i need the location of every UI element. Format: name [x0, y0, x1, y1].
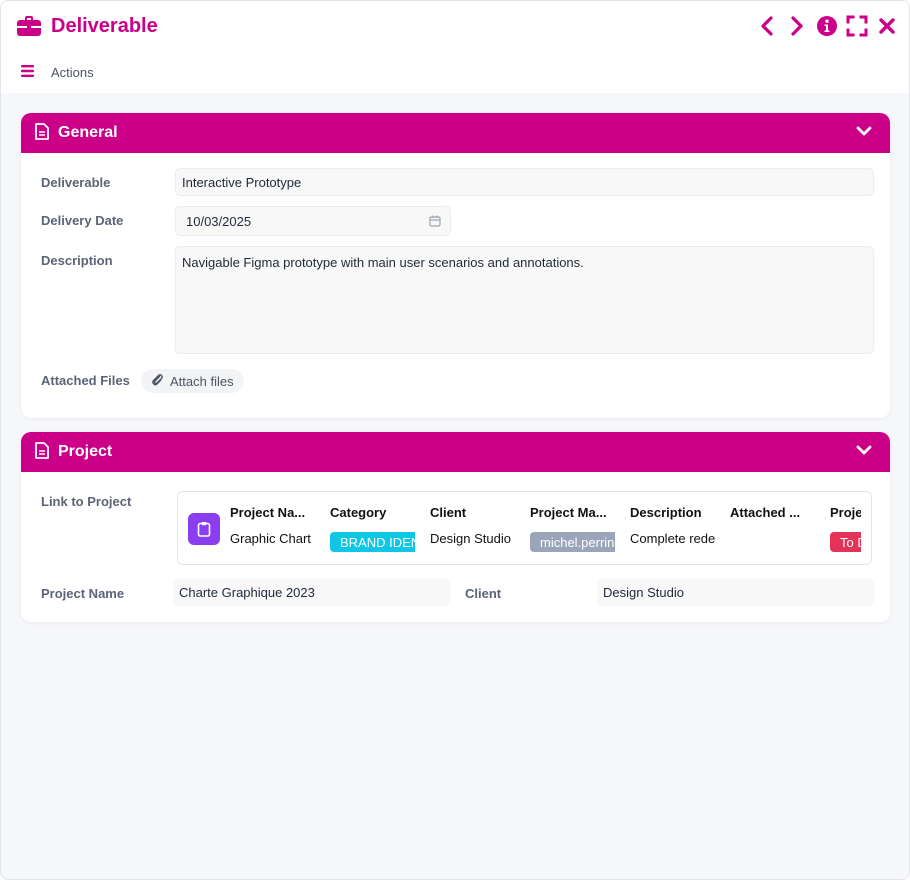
clipboard-icon: [188, 513, 220, 545]
chevron-right-icon[interactable]: [785, 14, 809, 38]
project-manager-chip: michel.perrin: [530, 532, 615, 552]
deliverable-value: Interactive Prototype: [182, 174, 302, 190]
close-icon[interactable]: [875, 14, 899, 38]
description-value: Navigable Figma prototype with main user…: [182, 255, 584, 270]
window-header: Deliverable Actions: [1, 1, 909, 93]
category-column: Category BRAND IDENTITY: [330, 492, 415, 564]
column-header: Project Na...: [230, 505, 306, 520]
project-manager-column: Project Ma... michel.perrin: [530, 492, 615, 564]
column-value: Design Studio: [430, 531, 511, 546]
deliverable-window: Deliverable Actions General Deliverable …: [0, 0, 910, 880]
delivery-date-value: 10/03/2025: [186, 213, 252, 229]
hamburger-icon[interactable]: [21, 65, 35, 80]
description-textarea[interactable]: Navigable Figma prototype with main user…: [175, 246, 874, 354]
attached-files-column: Attached ...: [730, 492, 815, 564]
column-header: Description: [630, 505, 702, 520]
expand-icon[interactable]: [845, 14, 869, 38]
column-value: Graphic Chart: [230, 531, 311, 546]
document-icon: [35, 442, 49, 462]
delivery-date-input[interactable]: 10/03/2025: [175, 206, 451, 236]
link-to-project-label: Link to Project: [41, 494, 132, 509]
column-header: Client: [430, 505, 467, 520]
paperclip-icon: [151, 373, 163, 390]
deliverable-input[interactable]: Interactive Prototype: [175, 168, 874, 196]
window-title: Deliverable: [51, 14, 158, 37]
status-chip: To Do: [830, 532, 861, 552]
linked-project-card[interactable]: Project Na... Graphic Chart Category BRA…: [177, 491, 872, 565]
column-header: Project Ma...: [530, 505, 607, 520]
attached-files-label: Attached Files: [41, 373, 130, 388]
column-header: Category: [330, 505, 387, 520]
column-header: Project Status: [830, 505, 861, 520]
column-value: Complete redesign: [630, 531, 715, 546]
chevron-down-icon[interactable]: [856, 444, 872, 459]
description-column: Description Complete redesign: [630, 492, 715, 564]
category-chip: BRAND IDENTITY: [330, 532, 415, 552]
delivery-date-label: Delivery Date: [41, 213, 124, 228]
actions-menu[interactable]: Actions: [21, 65, 94, 80]
client-field: Design Studio: [597, 579, 874, 606]
info-icon[interactable]: [815, 14, 839, 38]
chevron-down-icon[interactable]: [856, 125, 872, 140]
client-value: Design Studio: [603, 585, 684, 600]
document-icon: [35, 123, 49, 143]
project-name-column: Project Na... Graphic Chart: [230, 492, 318, 564]
deliverable-label: Deliverable: [41, 175, 111, 190]
project-section-title: Project: [58, 443, 113, 460]
title-row: Deliverable: [16, 13, 158, 39]
attach-files-label: Attach files: [170, 373, 234, 389]
chevron-left-icon[interactable]: [755, 14, 779, 38]
calendar-icon[interactable]: [429, 215, 441, 230]
project-name-label: Project Name: [41, 586, 125, 601]
project-name-value: Charte Graphique 2023: [179, 585, 315, 600]
general-section: General Deliverable Interactive Prototyp…: [21, 113, 890, 418]
client-column: Client Design Studio: [430, 492, 520, 564]
column-header: Attached ...: [730, 505, 801, 520]
project-section-header[interactable]: Project: [21, 432, 890, 472]
client-label: Client: [465, 586, 502, 601]
actions-label[interactable]: Actions: [51, 65, 94, 80]
attach-files-button[interactable]: Attach files: [141, 369, 244, 393]
general-section-title: General: [58, 124, 118, 141]
description-label: Description: [41, 253, 113, 268]
briefcase-icon: [16, 13, 42, 39]
window-controls: [755, 14, 899, 38]
project-section: Project Link to Project Project Na... Gr…: [21, 432, 890, 622]
project-name-field: Charte Graphique 2023: [173, 579, 450, 606]
project-status-column: Project Status To Do: [830, 492, 861, 564]
general-section-header[interactable]: General: [21, 113, 890, 153]
